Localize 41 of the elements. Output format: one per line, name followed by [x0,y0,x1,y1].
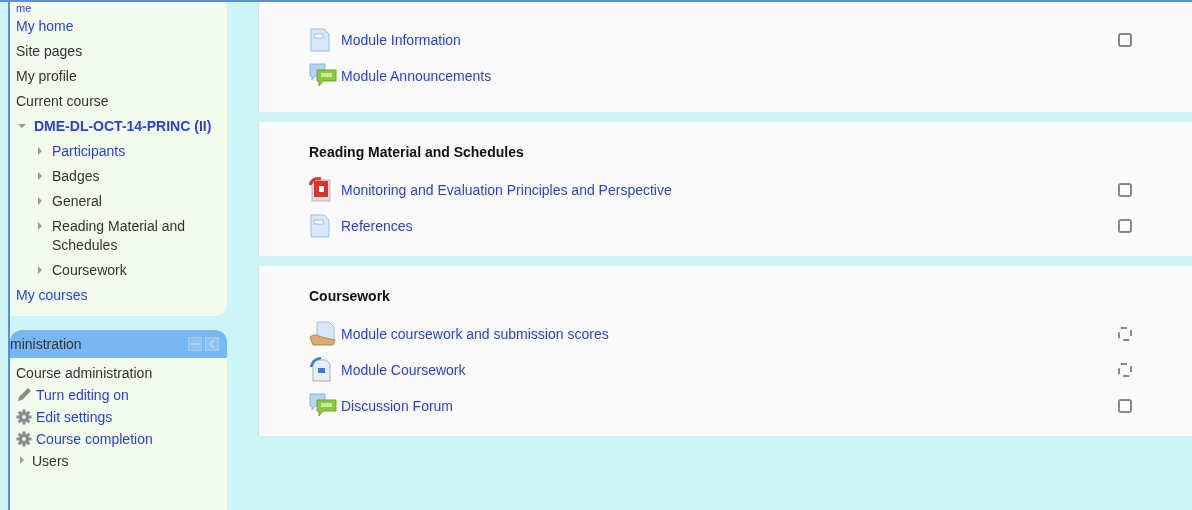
completion-checkbox[interactable] [1118,399,1132,413]
expanded-arrow-icon[interactable] [17,121,27,131]
activity-link[interactable]: References [341,218,1118,234]
nav-link[interactable]: My courses [16,286,88,305]
collapsed-arrow-icon[interactable] [35,265,45,275]
collapsed-arrow-icon[interactable] [35,171,45,181]
nav-link[interactable]: DME-DL-OCT-14-PRINC (II) [34,117,212,136]
admin-heading: Course administration [16,364,153,383]
collapsed-arrow-icon[interactable] [35,146,45,156]
nav-item[interactable]: Badges [52,167,100,186]
gear-icon [16,431,32,447]
activity-link[interactable]: Monitoring and Evaluation Principles and Perspective [341,182,1118,198]
block-title: ministration [10,336,82,352]
nav-item[interactable]: Site pages [16,42,83,61]
activity-link[interactable]: Module Announcements [341,68,1192,84]
completion-checkbox[interactable] [1118,183,1132,197]
nav-link[interactable]: My home [16,17,74,36]
nav-item[interactable]: Current course [16,92,109,111]
pencil-icon [16,387,32,403]
section-title: Reading Material and Schedules [309,144,525,160]
section-title: Coursework [309,288,391,304]
completion-checkbox[interactable] [1118,219,1132,233]
activity-link[interactable]: Module Coursework [341,362,1118,378]
admin-link[interactable]: Edit settings [36,407,113,427]
nav-item[interactable]: Coursework [52,261,127,280]
admin-link[interactable]: Turn editing on [36,385,129,405]
nav-link[interactable]: Participants [52,142,126,161]
collapsed-arrow-icon[interactable] [35,221,45,231]
nav-item[interactable]: My profile [16,67,77,86]
gear-icon [16,409,32,425]
activity-link[interactable]: Module Information [341,32,1118,48]
activity-link[interactable]: Module coursework and submission scores [341,326,1118,342]
collapsed-arrow-icon[interactable] [35,196,45,206]
completion-checkbox[interactable] [1118,33,1132,47]
nav-item[interactable]: Reading Material and Schedules [52,217,219,255]
admin-heading: Users [32,452,69,471]
activity-link[interactable]: Discussion Forum [341,398,1118,414]
admin-link[interactable]: Course completion [36,429,153,449]
nav-item[interactable]: General [52,192,102,211]
nav-link[interactable]: me [16,2,32,14]
collapsed-arrow-icon[interactable] [17,455,27,465]
